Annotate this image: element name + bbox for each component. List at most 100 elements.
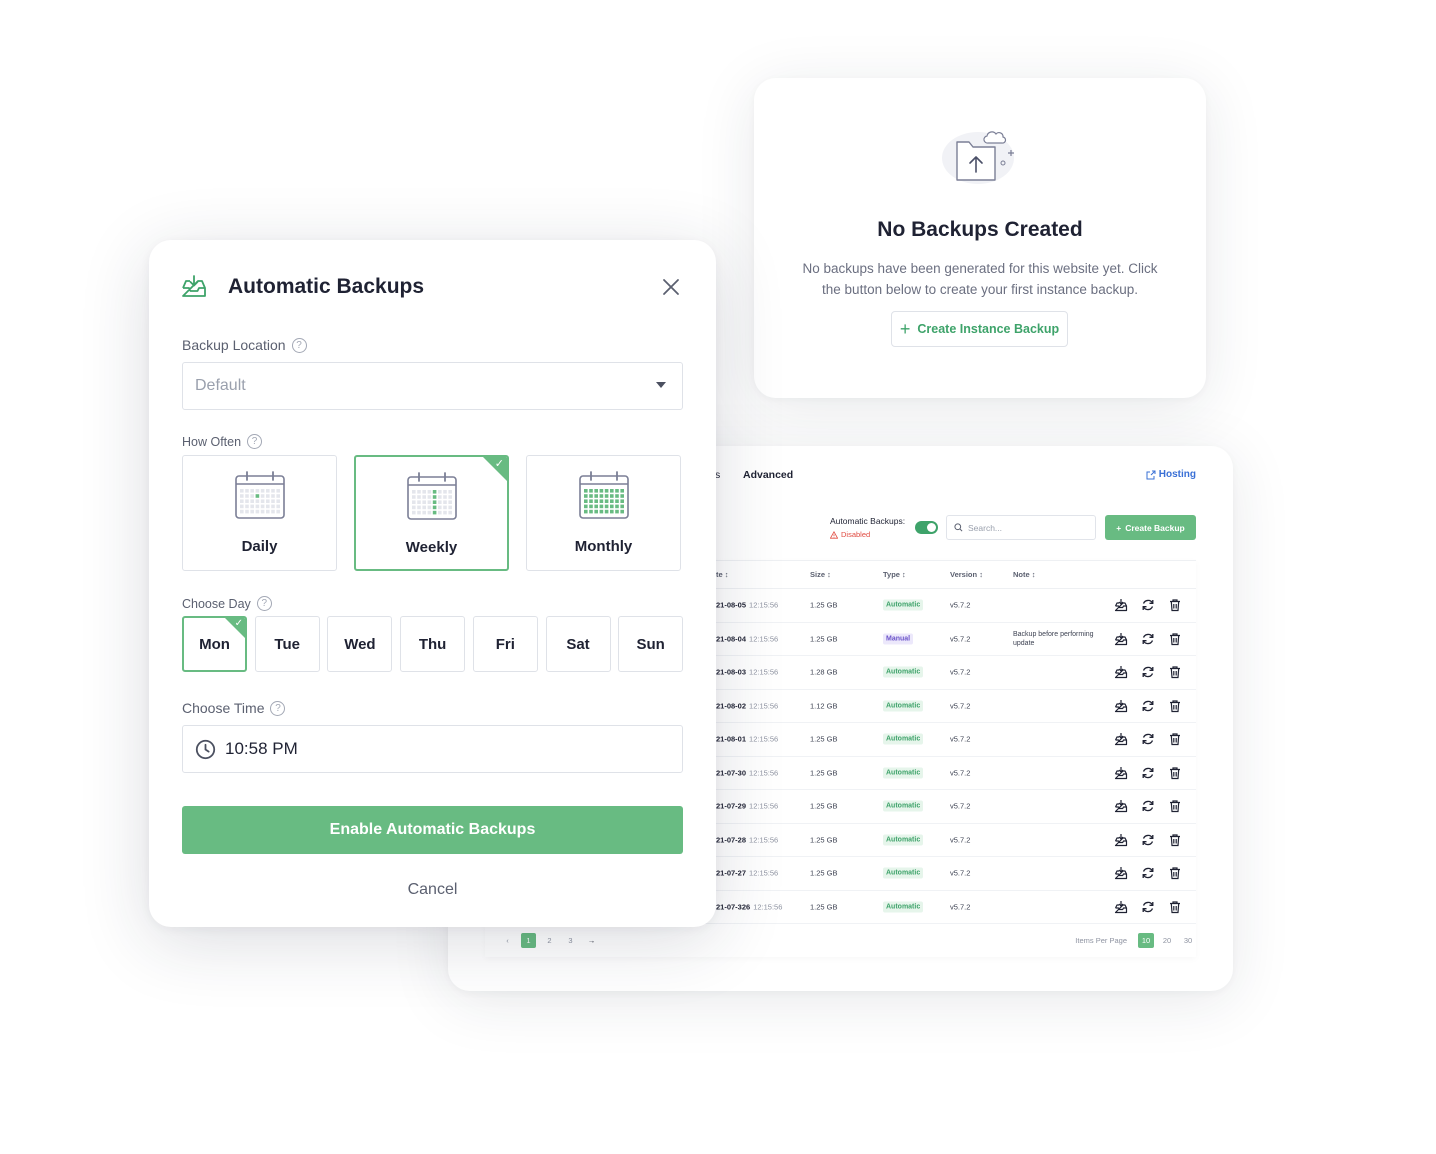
cell-time: 12:15:56 — [749, 801, 779, 811]
day-option-sun[interactable]: Sun — [618, 616, 684, 672]
help-icon[interactable]: ? — [256, 596, 272, 611]
column-header-note[interactable]: Note ↕ — [1013, 570, 1036, 579]
row-actions — [1114, 665, 1182, 679]
backup-search-input[interactable]: Search... — [946, 515, 1096, 540]
items-per-page-option[interactable]: 20 — [1159, 933, 1175, 948]
external-link-icon — [1146, 470, 1156, 479]
type-badge: Automatic — [883, 599, 924, 611]
trash-icon[interactable] — [1168, 866, 1182, 880]
row-actions — [1114, 833, 1182, 847]
help-icon[interactable]: ? — [291, 337, 307, 353]
day-label: Sat — [566, 635, 590, 653]
automatic-backups-toggle[interactable] — [915, 521, 938, 534]
cell-version: v5.7.2 — [950, 801, 971, 811]
type-badge: Automatic — [883, 800, 924, 812]
trash-icon[interactable] — [1168, 665, 1182, 679]
type-badge: Automatic — [883, 700, 924, 712]
restore-icon[interactable] — [1141, 699, 1155, 713]
cancel-button[interactable]: Cancel — [149, 881, 716, 899]
cell-date: 21-08-05 12:15:56 — [716, 600, 779, 610]
column-header-type[interactable]: Type ↕ — [883, 570, 906, 579]
trash-icon[interactable] — [1168, 632, 1182, 646]
cell-version: v5.7.2 — [950, 600, 971, 610]
create-backup-button[interactable]: + Create Backup — [1105, 515, 1196, 540]
type-badge: Automatic — [883, 867, 924, 879]
type-badge: Manual — [883, 633, 914, 645]
restore-icon[interactable] — [1141, 732, 1155, 746]
pagination-prev[interactable]: ‹ — [500, 933, 515, 948]
cell-type: Automatic — [883, 867, 924, 879]
cell-time: 12:15:56 — [749, 734, 779, 744]
trash-icon[interactable] — [1168, 766, 1182, 780]
cell-type: Automatic — [883, 733, 924, 745]
frequency-label: Weekly — [405, 539, 458, 556]
frequency-option-weekly[interactable]: Weekly ✓ — [354, 455, 509, 571]
time-input[interactable]: 10:58 PM — [182, 725, 683, 773]
day-option-mon[interactable]: Mon ✓ — [182, 616, 247, 672]
restore-icon[interactable] — [1141, 766, 1155, 780]
restore-icon[interactable] — [1141, 632, 1155, 646]
backup-location-select[interactable]: Default — [182, 362, 683, 410]
cell-date: 21-07-29 12:15:56 — [716, 801, 779, 811]
hosting-link[interactable]: Hosting — [1146, 469, 1196, 480]
restore-icon[interactable] — [1141, 866, 1155, 880]
automatic-backups-status: Disabled — [830, 530, 870, 539]
download-icon[interactable] — [1114, 900, 1128, 914]
day-option-sat[interactable]: Sat — [545, 616, 611, 672]
pagination-page[interactable]: 1 — [521, 933, 536, 948]
cell-size: 1.12 GB — [810, 701, 838, 711]
help-icon[interactable]: ? — [270, 700, 286, 716]
cell-version: v5.7.2 — [950, 868, 971, 878]
create-instance-backup-button[interactable]: + Create Instance Backup — [891, 311, 1068, 347]
trash-icon[interactable] — [1168, 799, 1182, 813]
day-label: Wed — [344, 635, 376, 653]
items-per-page-option[interactable]: 30 — [1180, 933, 1196, 948]
download-icon[interactable] — [1114, 732, 1128, 746]
cell-size: 1.25 GB — [810, 902, 838, 912]
frequency-option-monthly[interactable]: Monthly — [526, 455, 681, 571]
restore-icon[interactable] — [1141, 799, 1155, 813]
trash-icon[interactable] — [1168, 900, 1182, 914]
trash-icon[interactable] — [1168, 699, 1182, 713]
items-per-page-option[interactable]: 10 — [1138, 933, 1154, 948]
pagination-next[interactable]: → — [584, 933, 599, 948]
day-option-thu[interactable]: Thu — [400, 616, 466, 672]
plus-icon: + — [899, 319, 911, 339]
column-header-date[interactable]: te ↕ — [716, 570, 729, 579]
enable-automatic-backups-button[interactable]: Enable Automatic Backups — [182, 806, 683, 854]
search-icon — [954, 523, 963, 532]
download-icon[interactable] — [1114, 766, 1128, 780]
tab-advanced[interactable]: Advanced — [743, 469, 793, 481]
pagination-page[interactable]: 3 — [563, 933, 578, 948]
download-icon[interactable] — [1114, 699, 1128, 713]
download-icon[interactable] — [1114, 665, 1128, 679]
column-header-version[interactable]: Version ↕ — [950, 570, 983, 579]
download-icon[interactable] — [1114, 866, 1128, 880]
download-icon[interactable] — [1114, 632, 1128, 646]
column-header-size[interactable]: Size ↕ — [810, 570, 831, 579]
day-option-tue[interactable]: Tue — [254, 616, 320, 672]
choose-time-label: Choose Time ? — [182, 700, 286, 716]
restore-icon[interactable] — [1141, 598, 1155, 612]
help-icon[interactable]: ? — [247, 434, 263, 449]
restore-icon[interactable] — [1141, 665, 1155, 679]
type-badge: Automatic — [883, 901, 924, 913]
pagination-page[interactable]: 2 — [542, 933, 557, 948]
cell-time: 12:15:56 — [749, 868, 779, 878]
day-option-fri[interactable]: Fri — [472, 616, 538, 672]
download-icon[interactable] — [1114, 833, 1128, 847]
restore-icon[interactable] — [1141, 833, 1155, 847]
download-icon[interactable] — [1114, 799, 1128, 813]
close-icon[interactable] — [659, 275, 683, 299]
cell-date: 21-07-326 12:15:56 — [716, 902, 783, 912]
cell-time: 12:15:56 — [749, 667, 779, 677]
trash-icon[interactable] — [1168, 833, 1182, 847]
calendar-weekly-icon — [406, 472, 457, 520]
restore-icon[interactable] — [1141, 900, 1155, 914]
day-option-wed[interactable]: Wed — [327, 616, 393, 672]
trash-icon[interactable] — [1168, 732, 1182, 746]
day-label: Thu — [418, 635, 447, 653]
frequency-option-daily[interactable]: Daily — [182, 455, 337, 571]
download-icon[interactable] — [1114, 598, 1128, 612]
trash-icon[interactable] — [1168, 598, 1182, 612]
